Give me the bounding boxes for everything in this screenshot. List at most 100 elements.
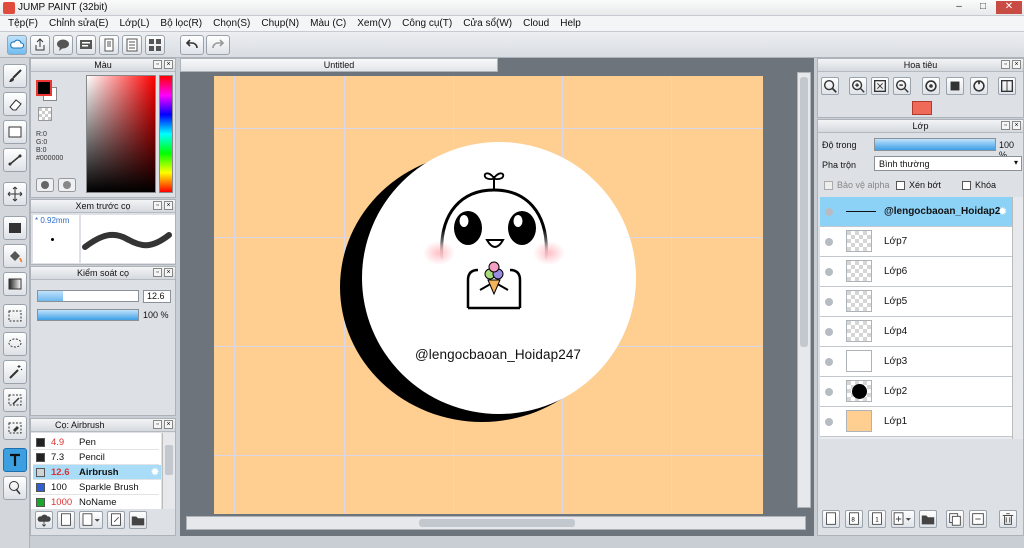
navigator-thumbnail[interactable] <box>912 101 932 115</box>
fill-rect-tool[interactable] <box>3 216 27 240</box>
zoom-in-button[interactable] <box>849 77 867 95</box>
panel-float-icon[interactable]: ▫ <box>153 60 162 69</box>
new-layer-button[interactable] <box>822 510 840 528</box>
hue-slider[interactable] <box>159 75 173 193</box>
menu-filter[interactable]: Bộ lọc(R) <box>155 16 208 31</box>
brush-item-sparkle[interactable]: 100 Sparkle Brush <box>33 480 159 495</box>
panel-close-icon[interactable]: × <box>1012 60 1021 69</box>
menu-color[interactable]: Màu (C) <box>305 16 352 31</box>
new-brush-button[interactable] <box>57 511 75 529</box>
gradient-tool[interactable] <box>3 272 27 296</box>
undo-button[interactable] <box>180 35 204 55</box>
menu-view[interactable]: Xem(V) <box>352 16 397 31</box>
panel-float-icon[interactable]: ▫ <box>153 201 162 210</box>
close-button[interactable]: ✕ <box>996 1 1022 14</box>
menu-layer[interactable]: Lớp(L) <box>115 16 156 31</box>
zoom-tool-button[interactable] <box>821 77 839 95</box>
brush-item-pencil[interactable]: 7.3 Pencil <box>33 450 159 465</box>
brush-folder-button[interactable] <box>129 511 147 529</box>
horizontal-scroll-thumb[interactable] <box>419 519 575 527</box>
grid-button[interactable] <box>145 35 165 55</box>
select-eraser-tool[interactable] <box>3 416 27 440</box>
line-tool[interactable] <box>3 148 27 172</box>
balloon-tool[interactable] <box>3 476 27 500</box>
lasso-tool[interactable] <box>3 332 27 356</box>
transparent-color[interactable] <box>38 107 52 121</box>
panel-close-icon[interactable]: × <box>164 201 173 210</box>
layer-item-5[interactable]: Lớp5 <box>820 287 1012 317</box>
new-1bit-layer-button[interactable]: 1 <box>868 510 886 528</box>
menu-capture[interactable]: Chụp(N) <box>256 16 305 31</box>
visibility-eye-icon[interactable] <box>825 328 833 336</box>
menu-edit[interactable]: Chỉnh sửa(E) <box>44 16 115 31</box>
protect-alpha-checkbox[interactable]: Bảo vệ alpha <box>824 180 890 190</box>
comment-button[interactable] <box>53 35 73 55</box>
layer-item-7[interactable]: Lớp7 <box>820 227 1012 257</box>
page-button[interactable] <box>99 35 119 55</box>
layer-item-3[interactable]: Lớp3 <box>820 347 1012 377</box>
brush-item-pen[interactable]: 4.9 Pen <box>33 435 159 450</box>
merge-layer-button[interactable] <box>969 510 987 528</box>
zoom-out-button[interactable] <box>893 77 911 95</box>
panel-close-icon[interactable]: × <box>164 268 173 277</box>
layer-opacity-slider[interactable] <box>874 138 996 151</box>
bucket-tool[interactable] <box>3 244 27 268</box>
brush-tool[interactable] <box>3 64 27 88</box>
add-layer-menu-button[interactable] <box>891 510 915 528</box>
panel-close-icon[interactable]: × <box>164 420 173 429</box>
redo-button[interactable] <box>206 35 230 55</box>
eyedropper-button[interactable] <box>58 178 76 192</box>
visibility-eye-icon[interactable] <box>825 298 833 306</box>
menu-tools[interactable]: Công cụ(T) <box>397 16 458 31</box>
brush-size-field[interactable]: 12.6 <box>143 290 171 303</box>
saturation-value-field[interactable] <box>86 75 156 193</box>
vertical-scroll-thumb[interactable] <box>800 77 808 347</box>
visibility-eye-icon[interactable] <box>825 208 833 216</box>
layer-folder-button[interactable] <box>919 510 937 528</box>
flip-button[interactable] <box>998 77 1016 95</box>
panel-float-icon[interactable]: ▫ <box>1001 121 1010 130</box>
menu-cloud[interactable]: Cloud <box>518 16 555 31</box>
blend-mode-select[interactable]: Bình thường ▾ <box>874 156 1022 171</box>
duplicate-layer-button[interactable] <box>946 510 964 528</box>
visibility-eye-icon[interactable] <box>825 418 833 426</box>
brush-menu-button[interactable] <box>79 511 103 529</box>
fit-screen-button[interactable] <box>871 77 889 95</box>
document-tab[interactable]: Untitled <box>180 58 498 72</box>
layer-list-scrollbar[interactable] <box>1012 197 1023 439</box>
panel-float-icon[interactable]: ▫ <box>153 420 162 429</box>
reset-view-button[interactable] <box>946 77 964 95</box>
brush-cloud-button[interactable] <box>35 511 53 529</box>
maximize-button[interactable]: □ <box>972 1 994 14</box>
menu-window[interactable]: Cửa sổ(W) <box>458 16 518 31</box>
canvas-horizontal-scrollbar[interactable] <box>186 516 806 530</box>
minimize-button[interactable]: – <box>948 1 970 14</box>
rect-select-tool[interactable] <box>3 304 27 328</box>
brush-opacity-slider[interactable] <box>37 309 139 321</box>
visibility-eye-icon[interactable] <box>825 388 833 396</box>
eraser-tool[interactable] <box>3 92 27 116</box>
rotate-left-button[interactable] <box>922 77 940 95</box>
text-tool[interactable] <box>3 448 27 472</box>
layer-item-1[interactable]: Lớp1 <box>820 407 1012 437</box>
magic-wand-tool[interactable] <box>3 360 27 384</box>
brush-size-slider[interactable] <box>37 290 139 302</box>
menu-select[interactable]: Chọn(S) <box>208 16 256 31</box>
move-tool[interactable] <box>3 182 27 206</box>
layer-item-4[interactable]: Lớp4 <box>820 317 1012 347</box>
panel-close-icon[interactable]: × <box>1012 121 1021 130</box>
post-button[interactable] <box>76 35 96 55</box>
delete-layer-button[interactable] <box>999 510 1017 528</box>
settings-gear-icon[interactable]: ✹ <box>151 467 159 478</box>
clip-checkbox[interactable]: Xén bớt <box>896 180 941 190</box>
page-list-button[interactable] <box>122 35 142 55</box>
new-8bit-layer-button[interactable]: 8 <box>845 510 863 528</box>
layer-item-text[interactable]: @lengocbaoan_Hoidap2 ✹ <box>820 197 1012 227</box>
rotate-right-button[interactable] <box>970 77 988 95</box>
menu-file[interactable]: Tệp(F) <box>3 16 44 31</box>
drawing-canvas[interactable]: @lengocbaoan_Hoidap247 <box>214 76 763 514</box>
brush-list-scrollbar[interactable] <box>162 433 175 509</box>
menu-help[interactable]: Help <box>555 16 587 31</box>
panel-float-icon[interactable]: ▫ <box>1001 60 1010 69</box>
visibility-eye-icon[interactable] <box>825 358 833 366</box>
